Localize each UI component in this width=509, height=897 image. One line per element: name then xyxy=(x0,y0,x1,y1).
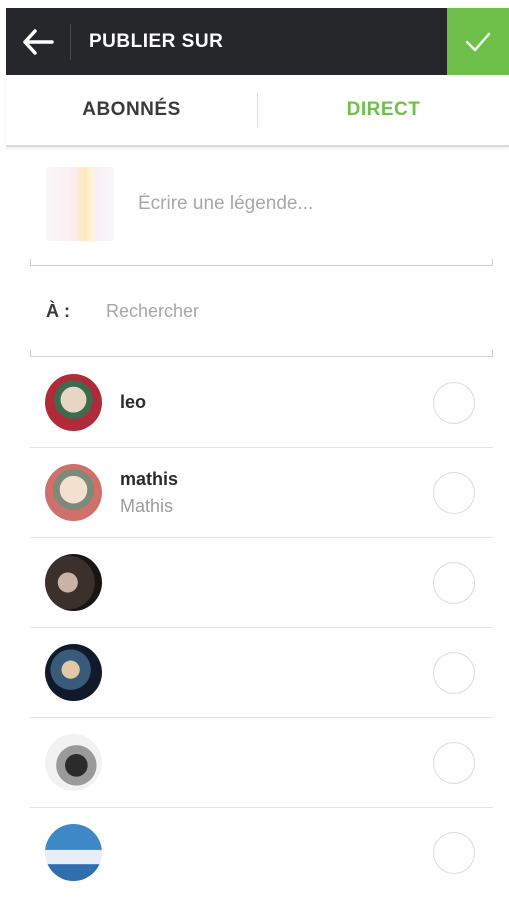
back-arrow-icon xyxy=(23,28,54,55)
share-tabs: ABONNÉS DIRECT xyxy=(6,75,509,147)
contact-fullname: Mathis xyxy=(120,495,174,516)
avatar xyxy=(45,734,102,791)
avatar xyxy=(45,824,102,881)
to-label: À : xyxy=(46,300,70,321)
contact-row[interactable] xyxy=(30,628,493,718)
select-radio[interactable] xyxy=(433,471,475,514)
recipient-search-row: À : xyxy=(30,270,493,357)
top-bar: PUBLIER SUR xyxy=(6,8,509,75)
caption-row xyxy=(30,165,493,266)
select-radio[interactable] xyxy=(433,381,475,424)
confirm-button[interactable] xyxy=(447,8,509,75)
header-divider xyxy=(70,23,71,60)
avatar xyxy=(45,374,102,431)
select-radio[interactable] xyxy=(433,741,475,784)
back-button[interactable] xyxy=(6,8,70,75)
tab-direct[interactable]: DIRECT xyxy=(258,99,509,121)
contact-username: leo xyxy=(120,392,147,412)
contact-row[interactable]: mathis Mathis xyxy=(30,448,493,538)
select-radio[interactable] xyxy=(433,831,475,874)
status-bar xyxy=(0,0,509,8)
avatar xyxy=(45,644,102,701)
avatar xyxy=(45,554,102,611)
contact-row[interactable] xyxy=(30,808,493,897)
search-input[interactable] xyxy=(104,299,428,323)
caption-input[interactable] xyxy=(136,192,470,216)
photo-thumbnail xyxy=(46,167,114,241)
contact-username: mathis xyxy=(120,468,179,489)
contact-row[interactable] xyxy=(30,538,493,628)
select-radio[interactable] xyxy=(433,561,475,604)
contact-list: leo mathis Mathis xyxy=(30,358,493,897)
select-radio[interactable] xyxy=(433,651,475,694)
avatar xyxy=(45,464,102,521)
tab-followers[interactable]: ABONNÉS xyxy=(6,99,257,121)
checkmark-icon xyxy=(465,32,491,51)
contact-row[interactable]: leo xyxy=(30,358,493,448)
contact-row[interactable] xyxy=(30,718,493,808)
page-title: PUBLIER SUR xyxy=(89,30,224,52)
